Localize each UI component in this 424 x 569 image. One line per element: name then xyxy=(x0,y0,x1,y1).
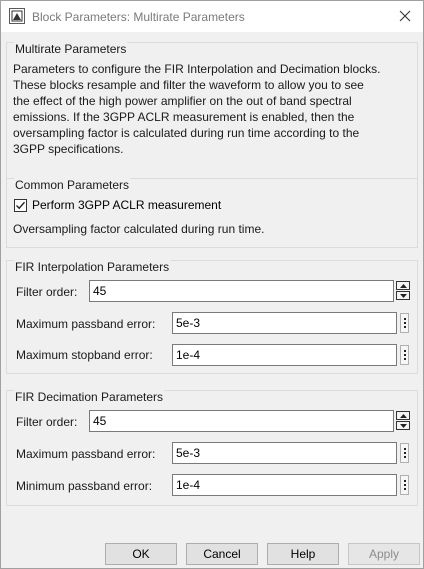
dec-passband-input[interactable]: 5e-3 xyxy=(172,442,397,464)
apply-button[interactable]: Apply xyxy=(348,543,420,565)
panel-title: Multirate Parameters xyxy=(14,42,128,56)
panel-title: Common Parameters xyxy=(14,178,131,192)
checkmark-icon xyxy=(16,201,26,209)
description-text: Parameters to configure the FIR Interpol… xyxy=(13,61,413,157)
spin-up-icon[interactable] xyxy=(396,281,410,290)
dec-filter-order-label: Filter order: xyxy=(16,415,78,429)
more-options-icon[interactable] xyxy=(400,443,409,463)
more-options-icon[interactable] xyxy=(400,475,409,495)
interp-stopband-label: Maximum stopband error: xyxy=(16,348,153,362)
spin-down-icon[interactable] xyxy=(396,421,410,430)
aclr-checkbox-row[interactable]: Perform 3GPP ACLR measurement xyxy=(14,198,221,212)
panel-title: FIR Decimation Parameters xyxy=(14,390,165,404)
dec-min-passband-input[interactable]: 1e-4 xyxy=(172,474,397,496)
multirate-parameters-panel: Multirate Parameters Parameters to confi… xyxy=(6,42,418,188)
common-parameters-panel: Common Parameters Perform 3GPP ACLR meas… xyxy=(6,178,418,248)
interp-passband-input[interactable]: 5e-3 xyxy=(172,312,397,334)
more-options-icon[interactable] xyxy=(400,345,409,365)
aclr-checkbox[interactable] xyxy=(14,198,27,212)
description-line: These blocks resample and filter the wav… xyxy=(13,78,364,92)
more-options-icon[interactable] xyxy=(400,313,409,333)
ok-button[interactable]: OK xyxy=(105,543,177,565)
title-bar[interactable]: Block Parameters: Multirate Parameters xyxy=(1,1,423,32)
aclr-label: Perform 3GPP ACLR measurement xyxy=(32,198,222,212)
cancel-button[interactable]: Cancel xyxy=(186,543,258,565)
description-line: emissions. If the 3GPP ACLR measurement … xyxy=(13,110,355,124)
panel-title: FIR Interpolation Parameters xyxy=(14,260,171,274)
window-title: Block Parameters: Multirate Parameters xyxy=(32,10,245,24)
description-line: Parameters to configure the FIR Interpol… xyxy=(13,62,381,76)
description-line: oversampling factor is calculated during… xyxy=(13,126,360,140)
block-parameters-dialog: Block Parameters: Multirate Parameters M… xyxy=(0,0,424,569)
close-icon[interactable] xyxy=(393,5,417,27)
spin-down-icon[interactable] xyxy=(396,291,410,300)
fir-interpolation-panel: FIR Interpolation Parameters Filter orde… xyxy=(6,260,418,374)
dec-passband-label: Maximum passband error: xyxy=(16,447,156,461)
block-icon xyxy=(9,8,25,24)
oversampling-note: Oversampling factor calculated during ru… xyxy=(13,222,265,236)
dec-filter-order-input[interactable]: 45 xyxy=(89,410,394,432)
fir-decimation-panel: FIR Decimation Parameters Filter order: … xyxy=(6,390,418,506)
interp-filter-order-input[interactable]: 45 xyxy=(89,280,394,302)
interp-filter-order-spinner[interactable] xyxy=(396,281,410,301)
description-line: 3GPP specifications. xyxy=(13,142,124,156)
description-line: the effect of the high power amplifier o… xyxy=(13,94,352,108)
interp-filter-order-label: Filter order: xyxy=(16,285,78,299)
help-button[interactable]: Help xyxy=(267,543,339,565)
dec-filter-order-spinner[interactable] xyxy=(396,411,410,431)
dec-min-passband-label: Minimum passband error: xyxy=(16,479,153,493)
interp-stopband-input[interactable]: 1e-4 xyxy=(172,344,397,366)
spin-up-icon[interactable] xyxy=(396,411,410,420)
interp-passband-label: Maximum passband error: xyxy=(16,317,156,331)
